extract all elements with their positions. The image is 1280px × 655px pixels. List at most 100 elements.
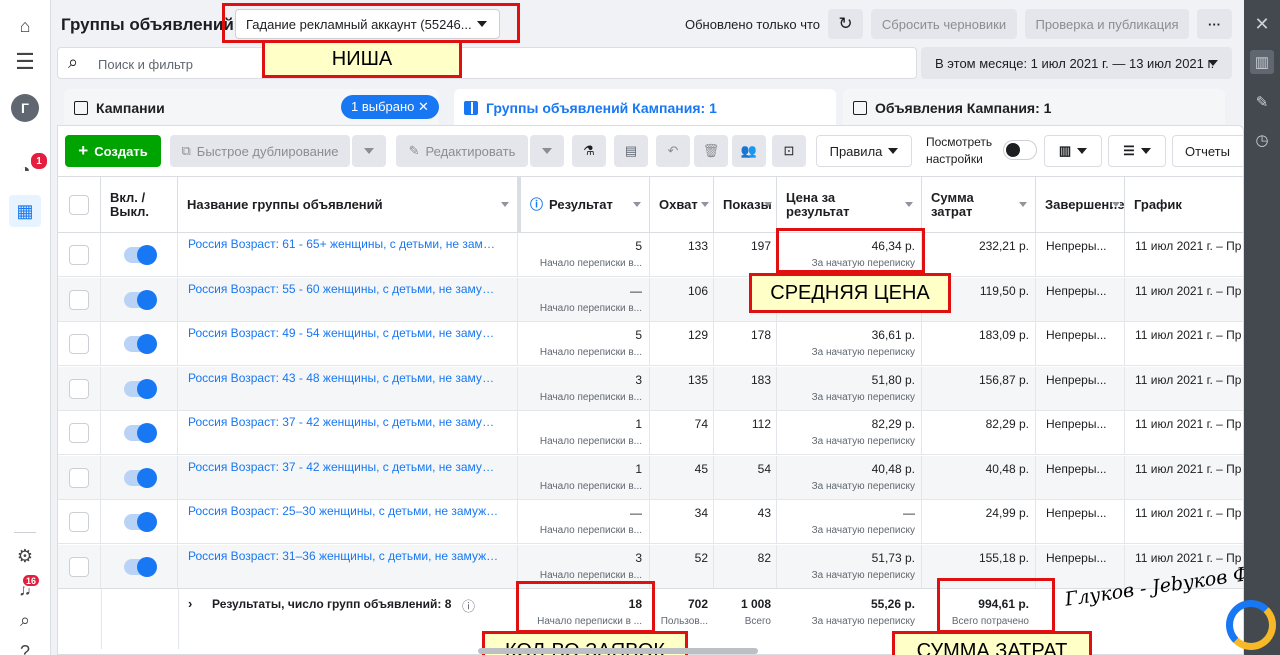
col-result[interactable]: ⓘ Результат	[518, 177, 650, 233]
cpr-value: 51,80 р.	[871, 372, 915, 387]
delete-button[interactable]: 🗑	[694, 135, 728, 167]
adset-name-link[interactable]: Россия Возраст: 31–36 женщины, с детьми,…	[188, 549, 500, 563]
row-toggle-switch[interactable]	[124, 378, 157, 399]
col-impressions[interactable]: Показы	[714, 177, 777, 233]
breakdown-icon: ☰	[1123, 143, 1135, 158]
charts-icon[interactable]: ▥	[1250, 50, 1274, 74]
duplicate-dropdown[interactable]	[352, 135, 386, 167]
row-toggle-switch[interactable]	[124, 512, 157, 532]
preview-button[interactable]: ⊡	[772, 135, 806, 167]
close-icon[interactable]: ✕	[1250, 12, 1274, 36]
menu-icon[interactable]: ☰	[9, 46, 41, 78]
result-value: 1	[635, 417, 642, 431]
review-publish-button[interactable]: Проверка и публикация	[1025, 9, 1189, 39]
help-icon[interactable]: ?	[9, 636, 41, 655]
discard-drafts-button[interactable]: Сбросить черновики	[871, 9, 1017, 39]
col-name[interactable]: Название группы объявлений	[178, 177, 518, 233]
view-settings-toggle[interactable]	[1003, 140, 1037, 160]
col-ends[interactable]: Завершение	[1036, 177, 1125, 233]
table-row[interactable]: Россия Возраст: 43 - 48 женщины, с детьм…	[58, 366, 1243, 411]
col-toggle[interactable]: Вкл. / Выкл.	[101, 177, 178, 233]
reports-button[interactable]: Отчеты	[1172, 135, 1243, 167]
row-checkbox[interactable]	[69, 334, 89, 354]
ads-manager-table-icon[interactable]: ▦	[9, 195, 41, 227]
adset-name-link[interactable]: Россия Возраст: 49 - 54 женщины, с детьм…	[188, 326, 500, 340]
adset-name-link[interactable]: Россия Возраст: 37 - 42 женщины, с детьм…	[188, 415, 500, 429]
row-toggle-switch[interactable]	[124, 467, 157, 488]
adset-name-link[interactable]: Россия Возраст: 25–30 женщины, с детьми,…	[188, 504, 500, 518]
row-toggle-switch[interactable]	[124, 289, 157, 310]
breakdown-button[interactable]: ☰	[1108, 135, 1166, 167]
table-row[interactable]: Россия Возраст: 25–30 женщины, с детьми,…	[58, 500, 1243, 544]
row-toggle-switch[interactable]	[124, 245, 157, 265]
audience-button[interactable]: 👥	[732, 135, 766, 167]
create-button[interactable]: + Создать	[65, 135, 161, 167]
end-value: Непреры...	[1046, 417, 1107, 431]
row-toggle-switch[interactable]	[124, 556, 157, 577]
undo-button[interactable]: ↶	[656, 135, 690, 167]
cpr-type: За начатую переписку	[811, 480, 915, 492]
selected-count: 1 выбрано	[351, 99, 415, 114]
adset-name-link[interactable]: Россия Возраст: 43 - 48 женщины, с детьм…	[188, 371, 500, 385]
home-icon[interactable]: ⌂	[9, 10, 41, 42]
row-toggle-switch[interactable]	[124, 423, 157, 443]
col-reach[interactable]: Охват	[650, 177, 714, 233]
search-input[interactable]: Поиск и фильтр	[98, 57, 193, 72]
row-toggle-switch[interactable]	[124, 334, 157, 354]
columns-button[interactable]: ▥	[1044, 135, 1102, 167]
search-filter-bar[interactable]: ⌕ Поиск и фильтр	[57, 47, 917, 79]
date-range-picker[interactable]: В этом месяце: 1 июл 2021 г. — 13 июл 20…	[921, 47, 1232, 79]
schedule-value: 11 июл 2021 г. – Пр	[1135, 283, 1242, 298]
expand-chevron-icon[interactable]: ›	[188, 596, 192, 611]
clear-selection-icon[interactable]: ✕	[418, 99, 429, 114]
row-checkbox[interactable]	[69, 467, 89, 488]
table-row[interactable]: Россия Возраст: 37 - 42 женщины, с детьм…	[58, 411, 1243, 455]
search-icon: ⌕	[68, 52, 79, 72]
cpr-value: 82,29 р.	[871, 417, 915, 431]
tab-adsets-label: Группы объявлений Кампания: 1	[486, 100, 717, 116]
edit-label: Редактировать	[425, 143, 516, 159]
horizontal-scrollbar[interactable]	[478, 648, 758, 654]
clipboard-icon: ▤	[624, 143, 638, 158]
row-checkbox[interactable]	[69, 512, 89, 532]
row-checkbox[interactable]	[69, 556, 89, 577]
col-cost-per-result[interactable]: Цена за результат	[777, 177, 922, 233]
clipboard-button[interactable]: ▤	[614, 135, 648, 167]
edit-dropdown[interactable]	[530, 135, 564, 167]
chevron-down-icon	[1077, 148, 1088, 154]
edit-pencil-icon[interactable]: ✎	[1250, 90, 1274, 114]
col-amount-spent[interactable]: Сумма затрат	[922, 177, 1036, 233]
history-clock-icon[interactable]: ◷	[1250, 128, 1274, 152]
adset-name-link[interactable]: Россия Возраст: 37 - 42 женщины, с детьм…	[188, 460, 500, 474]
refresh-button[interactable]: ↻	[828, 9, 863, 39]
tab-adsets[interactable]: Группы объявлений Кампания: 1	[454, 89, 836, 129]
edit-button[interactable]: ✎ Редактировать	[396, 135, 528, 167]
spend-value: 155,18 р.	[978, 550, 1029, 565]
row-checkbox[interactable]	[69, 245, 89, 265]
ab-test-button[interactable]: ⚗	[572, 135, 606, 167]
result-type: Начало переписки в...	[539, 569, 642, 581]
row-checkbox[interactable]	[69, 423, 89, 443]
adset-name-link[interactable]: Россия Возраст: 61 - 65+ женщины, с деть…	[188, 237, 500, 251]
col-schedule[interactable]: График	[1125, 177, 1243, 233]
select-all-checkbox[interactable]	[69, 195, 89, 215]
avatar[interactable]: Г	[11, 94, 39, 122]
more-options-button[interactable]: ···	[1197, 9, 1232, 39]
tab-ads[interactable]: Объявления Кампания: 1	[843, 89, 1225, 127]
table-row[interactable]: Россия Возраст: 49 - 54 женщины, с детьм…	[58, 322, 1243, 366]
table-row[interactable]: Россия Возраст: 61 - 65+ женщины, с деть…	[58, 233, 1243, 277]
selected-count-chip[interactable]: 1 выбрано ✕	[341, 95, 439, 119]
quick-duplicate-button[interactable]: ⧉ Быстрое дублирование	[170, 135, 350, 167]
total-impressions-sub: Всего	[744, 616, 771, 627]
row-checkbox[interactable]	[69, 378, 89, 399]
row-checkbox[interactable]	[69, 289, 89, 310]
table-row[interactable]: Россия Возраст: 55 - 60 женщины, с детьм…	[58, 277, 1243, 322]
cpr-value: 40,48 р.	[871, 461, 915, 476]
impressions-value: 183	[750, 372, 771, 387]
search-icon[interactable]: ⌕	[9, 604, 41, 636]
settings-gear-icon[interactable]: ⚙	[9, 540, 41, 572]
spend-value: 40,48 р.	[985, 461, 1029, 476]
adset-name-link[interactable]: Россия Возраст: 55 - 60 женщины, с детьм…	[188, 282, 500, 296]
table-row[interactable]: Россия Возраст: 37 - 42 женщины, с детьм…	[58, 455, 1243, 500]
rules-button[interactable]: Правила	[816, 135, 912, 167]
